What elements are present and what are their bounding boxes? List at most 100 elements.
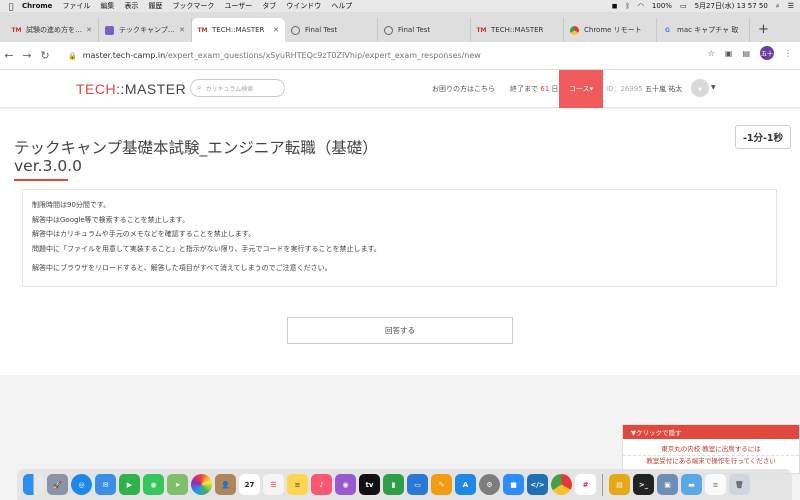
maps-icon[interactable]: ➤ [167, 474, 188, 495]
menubar-app-name[interactable]: Chrome [22, 2, 52, 10]
menu-view[interactable]: 表示 [124, 1, 138, 11]
menu-help[interactable]: ヘルプ [331, 1, 352, 11]
browser-tab[interactable]: TM 試験の進め方を学ぼ ✕ [6, 18, 99, 42]
days-remaining: 終了まで 61 日 [510, 84, 558, 94]
notes-icon[interactable]: ≡ [287, 474, 308, 495]
profile-avatar[interactable]: 五十 [760, 46, 774, 60]
notice-toggle[interactable]: ▼クリックで隠す [623, 425, 799, 439]
appstore-icon[interactable]: A [455, 474, 476, 495]
safari-icon[interactable]: ◎ [71, 474, 92, 495]
launchpad-icon[interactable]: 🚀 [47, 474, 68, 495]
lock-icon[interactable]: 🔒 [68, 52, 77, 60]
bluetooth-icon[interactable]: ᛒ [626, 2, 630, 10]
vscode-icon[interactable]: </> [527, 474, 548, 495]
tab-close-icon[interactable]: ✕ [273, 26, 279, 34]
url-host: master.tech-camp.in [82, 51, 166, 60]
terminal-icon[interactable]: >_ [633, 474, 654, 495]
tab-close-icon[interactable]: ✕ [179, 26, 185, 34]
globe-favicon [291, 25, 300, 35]
menu-history[interactable]: 履歴 [148, 1, 162, 11]
answer-button[interactable]: 回答する [287, 317, 513, 344]
browser-tab-active[interactable]: TM TECH::MASTER ✕ [192, 18, 285, 42]
browser-tab[interactable]: TM TECH::MASTER [471, 18, 564, 42]
browser-toolbar: ← → ↻ 🔒 master.tech-camp.in /expert_exam… [0, 42, 800, 70]
browser-tab[interactable]: G mac キャプチャ 取 [657, 18, 750, 42]
slack-icon[interactable]: # [575, 474, 596, 495]
document-icon[interactable]: ≡ [705, 474, 726, 495]
menu-tab[interactable]: タブ [262, 1, 276, 11]
purple-favicon [105, 25, 114, 35]
control-center-icon[interactable]: ☰ [788, 2, 794, 10]
bookmark-star-icon[interactable]: ☆ [708, 49, 715, 58]
macos-menubar:  Chrome ファイル 編集 表示 履歴 ブックマーク ユーザー タブ ウイ… [0, 0, 800, 12]
appletv-icon[interactable]: tv [359, 474, 380, 495]
title-underline [14, 179, 68, 181]
rule-note: 解答中にブラウザをリロードすると、解答した項目がすべて消えてしまうのでご注意くだ… [32, 264, 332, 272]
extension-icon[interactable]: ▤ [742, 49, 750, 58]
notice-line: 東京丸の内校 教室に出席するには [661, 445, 761, 453]
mail-icon[interactable]: ✉ [95, 474, 116, 495]
finder-icon[interactable] [23, 474, 44, 495]
curriculum-search-input[interactable]: ⌕ カリキュラム検索 [190, 79, 285, 97]
spotlight-icon[interactable]: ⌕ [776, 2, 780, 11]
apple-icon[interactable]:  [0, 2, 22, 11]
menu-window[interactable]: ウインドウ [286, 1, 321, 11]
back-icon[interactable]: ← [0, 49, 18, 62]
forward-icon[interactable]: → [18, 49, 36, 62]
logo-tech: TECH [76, 81, 117, 97]
course-menu-button[interactable]: コース▾ [559, 70, 603, 108]
new-tab-icon[interactable]: + [750, 22, 777, 42]
calendar-icon[interactable]: 27 [239, 474, 260, 495]
tab-strip: TM 試験の進め方を学ぼ ✕ テックキャンプ エン ✕ TM TECH::MAS… [0, 12, 800, 42]
exam-timer: -1分-1秒 [735, 125, 791, 149]
browser-tab[interactable]: Final Test [285, 18, 378, 42]
trash-icon[interactable]: 🗑 [729, 474, 750, 495]
reload-icon[interactable]: ↻ [36, 49, 54, 62]
globe-favicon [384, 25, 393, 35]
notice-body: 東京丸の内校 教室に出席するには 教室受付にある端末で操作を行ってください [623, 439, 799, 467]
user-avatar[interactable]: ● [691, 79, 709, 97]
chrome-icon[interactable] [551, 474, 572, 495]
reminders-icon[interactable]: ☰ [263, 474, 284, 495]
browser-tab[interactable]: Final Test [378, 18, 471, 42]
extension-icon[interactable]: ▣ [725, 49, 733, 58]
photos-icon[interactable] [191, 474, 212, 495]
zoom-icon[interactable]: ■ [503, 474, 524, 495]
music-icon[interactable]: ♪ [311, 474, 332, 495]
facetime-icon[interactable]: ▶ [119, 474, 140, 495]
clock[interactable]: 5月27日(水) 13 57 50 [695, 1, 768, 11]
menu-file[interactable]: ファイル [62, 1, 90, 11]
browser-tab[interactable]: Chrome リモート [564, 18, 657, 42]
status-icon[interactable]: ◼ [612, 2, 618, 10]
menu-people[interactable]: ユーザー [224, 1, 252, 11]
keynote-icon[interactable]: ▭ [407, 474, 428, 495]
pages-icon[interactable]: ✎ [431, 474, 452, 495]
rule-line: 制限時間は90分間です。 [32, 201, 111, 209]
menu-kebab-icon[interactable]: ⋮ [784, 49, 792, 58]
systemprefs-icon[interactable]: ⚙ [479, 474, 500, 495]
help-link[interactable]: お困りの方はこちら [432, 84, 495, 94]
contacts-icon[interactable]: 👤 [215, 474, 236, 495]
numbers-icon[interactable]: ▮ [383, 474, 404, 495]
menu-edit[interactable]: 編集 [100, 1, 114, 11]
folder-icon[interactable]: ▬ [681, 474, 702, 495]
preview-icon[interactable]: ▣ [657, 474, 678, 495]
remain-suffix: 日 [551, 85, 559, 93]
notice-line: 教室受付にある端末で操作を行ってください [623, 455, 799, 467]
chevron-down-icon[interactable]: ▼ [711, 84, 716, 91]
user-name: 五十嵐 祐太 [644, 85, 683, 93]
podcasts-icon[interactable]: ◉ [335, 474, 356, 495]
toolbar-extensions: ☆ ▣ ▤ 五十 ⋮ [708, 46, 792, 60]
browser-tab[interactable]: テックキャンプ エン ✕ [99, 18, 192, 42]
wifi-icon[interactable]: ◠ [638, 2, 644, 10]
battery-icon[interactable]: ▭ [680, 2, 687, 10]
battery-percent[interactable]: 100% [652, 2, 672, 10]
menu-bookmarks[interactable]: ブックマーク [172, 1, 214, 11]
tab-close-icon[interactable]: ✕ [86, 26, 92, 34]
sequel-icon[interactable]: ▤ [609, 474, 630, 495]
address-bar[interactable]: 🔒 master.tech-camp.in /expert_exam_quest… [62, 45, 762, 66]
site-logo[interactable]: TECH::MASTER [76, 81, 186, 97]
google-favicon: G [665, 26, 670, 34]
macos-dock: 🚀 ◎ ✉ ▶ ◉ ➤ 👤 27 ☰ ≡ ♪ ◉ tv ▮ ▭ ✎ A ⚙ ■ … [17, 469, 792, 500]
messages-icon[interactable]: ◉ [143, 474, 164, 495]
